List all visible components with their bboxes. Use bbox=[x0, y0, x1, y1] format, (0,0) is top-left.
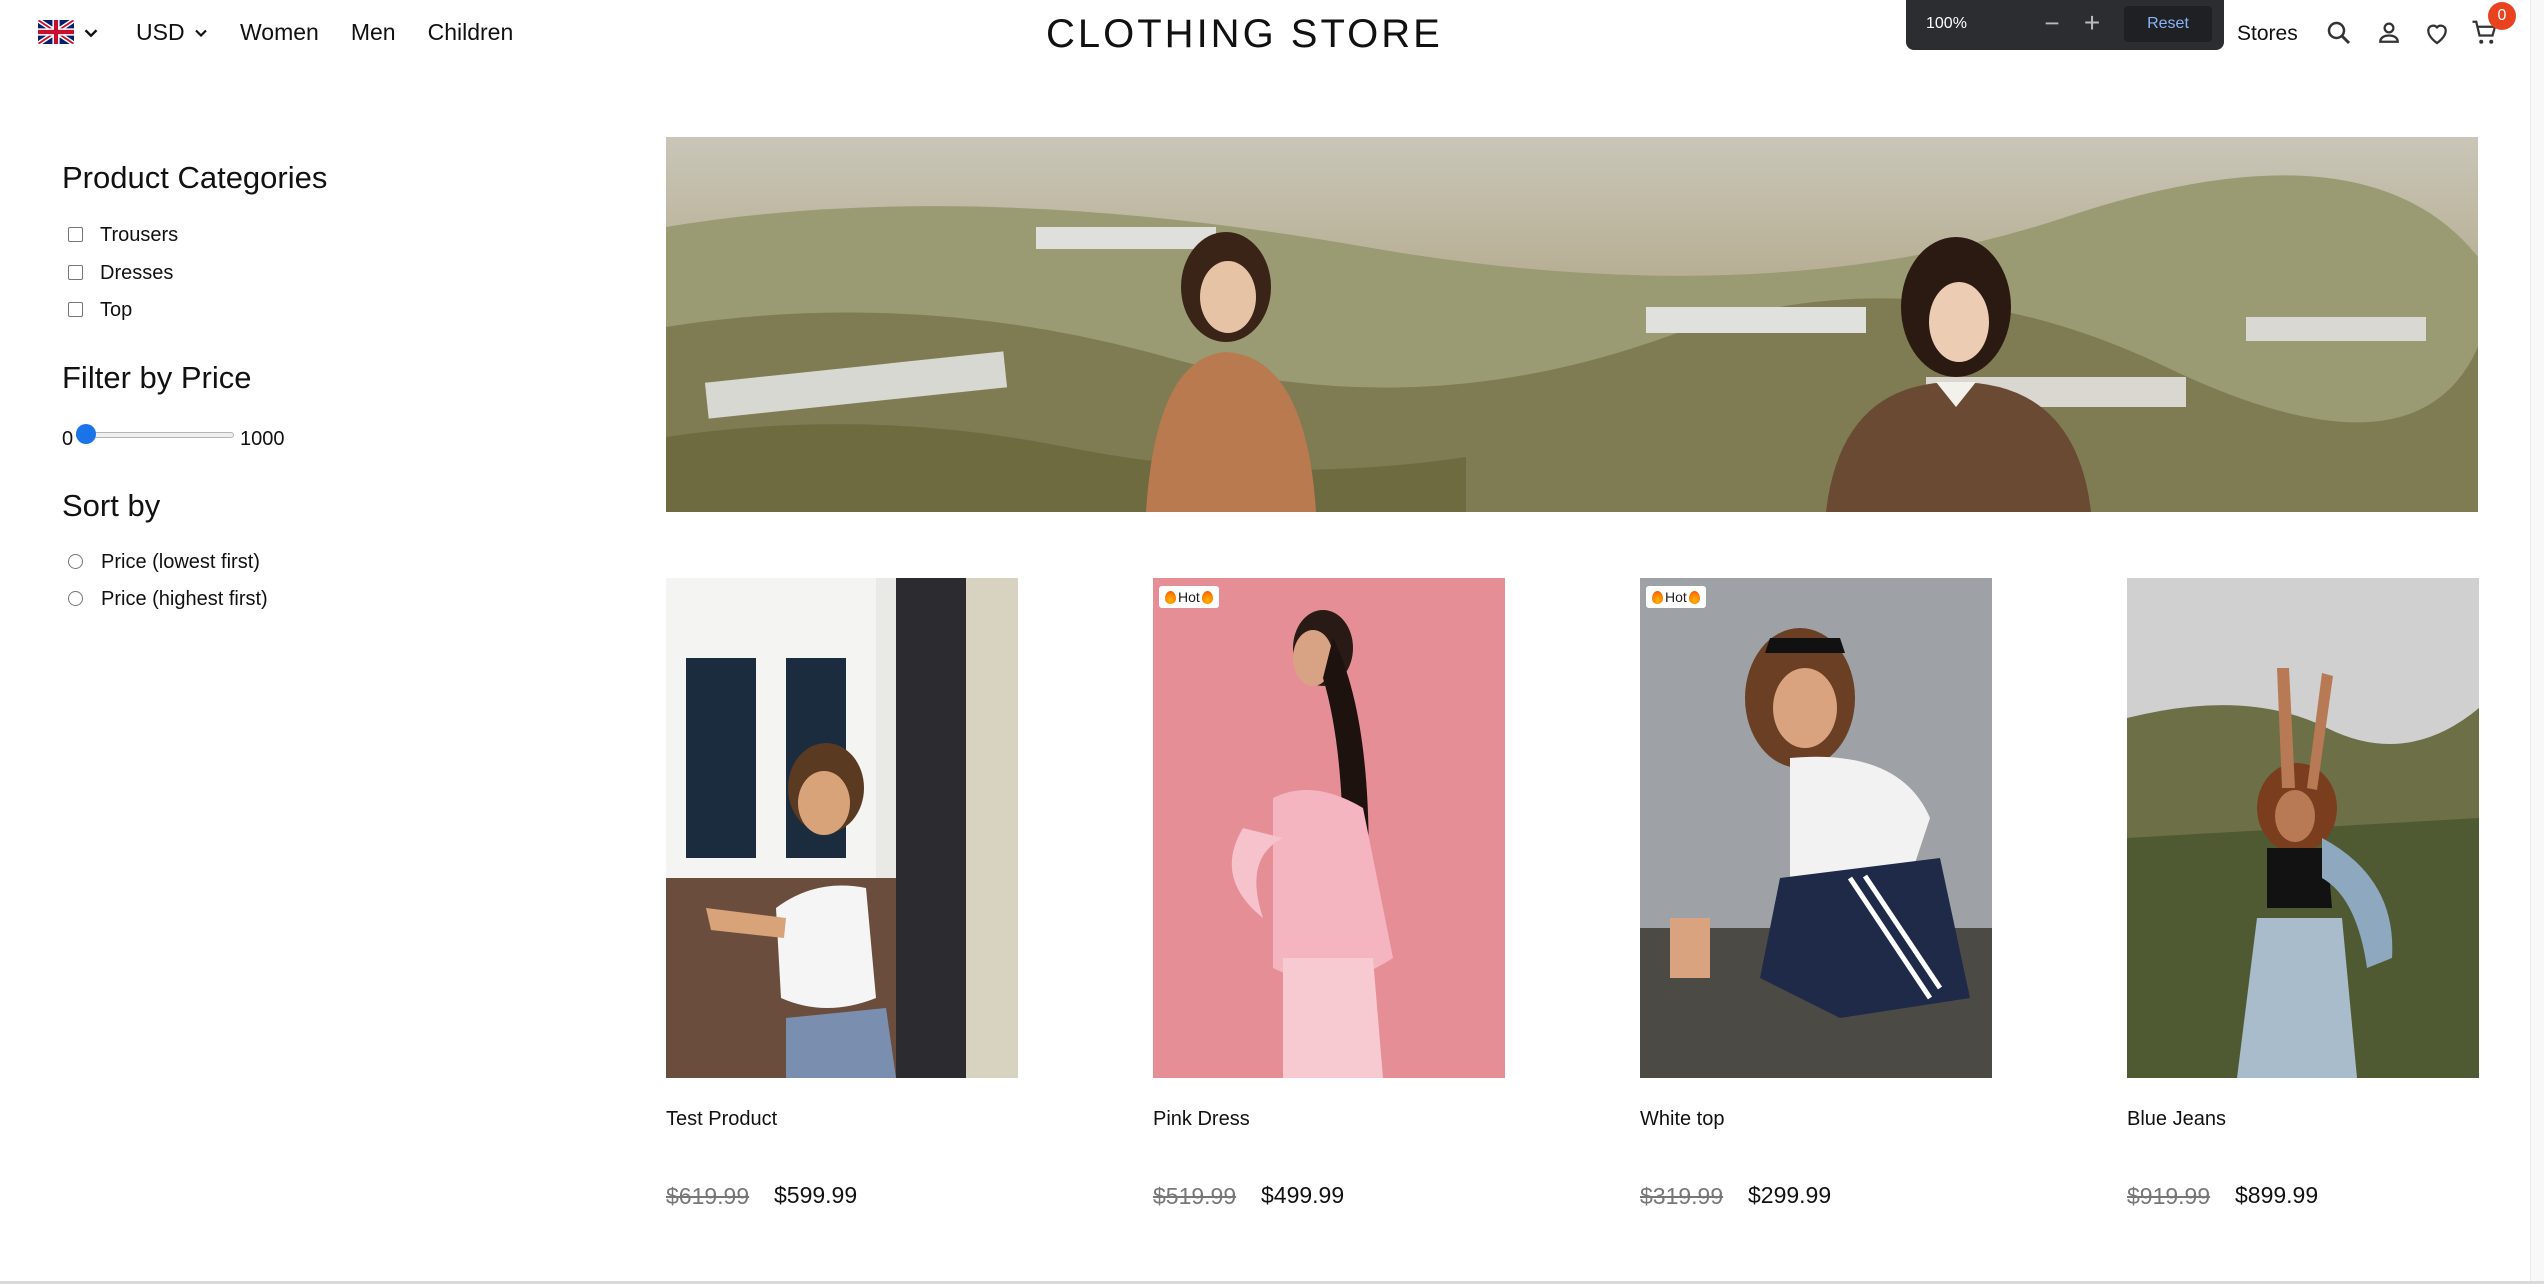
product-old-price: $919.99 bbox=[2127, 1183, 2211, 1209]
zoom-out-button[interactable]: − bbox=[2040, 8, 2064, 39]
flame-icon bbox=[1165, 590, 1176, 604]
store-logo[interactable]: CLOTHING STORE bbox=[1046, 12, 1443, 57]
flame-icon bbox=[1688, 590, 1700, 604]
product-card[interactable]: Hot White top $319.99 $299.99 bbox=[1640, 578, 1992, 1209]
product-price: $899.99 bbox=[2235, 1182, 2319, 1208]
product-card[interactable]: Test Product $619.99 $599.99 bbox=[666, 578, 1018, 1209]
search-icon[interactable] bbox=[2324, 18, 2354, 48]
hot-badge: Hot bbox=[1159, 586, 1219, 608]
price-filter-heading: Filter by Price bbox=[62, 360, 252, 395]
sort-radio-highest[interactable] bbox=[68, 591, 83, 606]
page-scrollbar[interactable] bbox=[2530, 0, 2544, 1284]
page: { "header": { "currency": "USD", "nav": … bbox=[0, 0, 2544, 1284]
sort-heading: Sort by bbox=[62, 488, 161, 523]
slider-thumb[interactable] bbox=[76, 424, 96, 444]
product-price: $599.99 bbox=[774, 1182, 858, 1208]
category-checkbox-dresses[interactable] bbox=[68, 265, 83, 280]
slider-track bbox=[76, 432, 234, 438]
product-image[interactable]: Hot bbox=[1640, 578, 1992, 1078]
hero-banner-image bbox=[666, 137, 2478, 512]
product-image[interactable] bbox=[2127, 578, 2479, 1078]
cart-count-badge: 0 bbox=[2488, 2, 2516, 30]
currency-selector[interactable]: USD bbox=[136, 19, 211, 46]
category-label: Top bbox=[100, 299, 133, 321]
zoom-level: 100% bbox=[1926, 15, 1967, 32]
product-card[interactable]: Blue Jeans $919.99 $899.99 bbox=[2127, 578, 2479, 1209]
category-label: Trousers bbox=[100, 224, 179, 246]
product-old-price: $619.99 bbox=[666, 1183, 750, 1209]
product-old-price: $319.99 bbox=[1640, 1183, 1724, 1209]
zoom-reset-button[interactable]: Reset bbox=[2124, 6, 2212, 42]
wishlist-heart-icon[interactable] bbox=[2422, 18, 2452, 48]
hot-badge-label: Hot bbox=[1178, 589, 1200, 605]
nav-women[interactable]: Women bbox=[240, 19, 319, 46]
flame-icon bbox=[1652, 590, 1663, 604]
category-checkbox-top[interactable] bbox=[68, 302, 83, 317]
product-image[interactable]: Hot bbox=[1153, 578, 1505, 1078]
product-name[interactable]: Blue Jeans bbox=[2127, 1108, 2226, 1131]
uk-flag-icon[interactable] bbox=[38, 20, 74, 44]
product-card[interactable]: Hot Pink Dress $519.99 $499.99 bbox=[1153, 578, 1505, 1209]
stores-link[interactable]: Stores bbox=[2237, 22, 2298, 46]
price-min-label: 0 bbox=[62, 428, 74, 450]
product-price: $299.99 bbox=[1748, 1182, 1832, 1208]
sort-label: Price (highest first) bbox=[101, 588, 268, 610]
zoom-in-button[interactable]: + bbox=[2080, 7, 2104, 39]
product-old-price: $519.99 bbox=[1153, 1183, 1237, 1209]
sort-radio-lowest[interactable] bbox=[68, 554, 83, 569]
browser-zoom-popup: 100% − + Reset bbox=[1906, 0, 2224, 50]
product-name[interactable]: Pink Dress bbox=[1153, 1108, 1250, 1131]
sort-label: Price (lowest first) bbox=[101, 551, 260, 573]
nav-men[interactable]: Men bbox=[351, 19, 396, 46]
nav-children[interactable]: Children bbox=[428, 19, 514, 46]
price-max-label: 1000 bbox=[240, 428, 285, 450]
site-header: USD Women Men Children CLOTHING STORE 10… bbox=[0, 0, 2544, 70]
main-nav: Women Men Children bbox=[240, 19, 513, 46]
currency-label: USD bbox=[136, 19, 185, 45]
hot-badge: Hot bbox=[1646, 586, 1706, 608]
chevron-down-icon[interactable] bbox=[80, 22, 102, 44]
hot-badge-label: Hot bbox=[1665, 589, 1687, 605]
product-image[interactable] bbox=[666, 578, 1018, 1078]
price-range-slider[interactable] bbox=[76, 424, 234, 444]
product-price: $499.99 bbox=[1261, 1182, 1345, 1208]
category-label: Dresses bbox=[100, 262, 174, 284]
categories-heading: Product Categories bbox=[62, 160, 328, 195]
flame-icon bbox=[1201, 590, 1213, 604]
product-name[interactable]: Test Product bbox=[666, 1108, 777, 1131]
category-checkbox-trousers[interactable] bbox=[68, 227, 83, 242]
chevron-down-icon bbox=[194, 29, 207, 37]
product-name[interactable]: White top bbox=[1640, 1108, 1724, 1131]
account-icon[interactable] bbox=[2374, 18, 2404, 48]
